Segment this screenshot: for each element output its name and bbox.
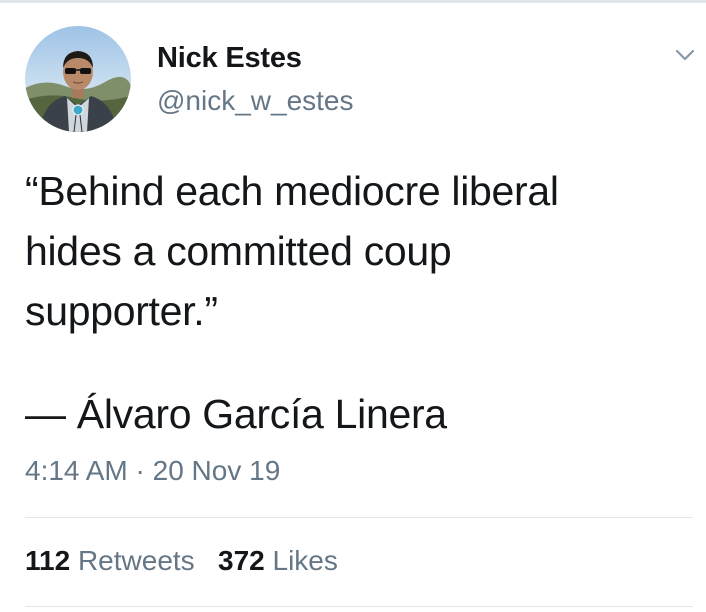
avatar[interactable] — [25, 26, 131, 132]
author-handle[interactable]: @nick_w_estes — [157, 85, 354, 117]
profile-photo — [25, 26, 131, 132]
tweet-stats: 112 Retweets 372 Likes — [25, 545, 338, 577]
tweet-time: 4:14 AM — [25, 455, 128, 486]
divider — [25, 606, 693, 607]
likes-label: Likes — [272, 545, 338, 576]
author-display-name[interactable]: Nick Estes — [157, 42, 302, 75]
meta-separator: · — [135, 455, 145, 486]
likes-count: 372 — [218, 545, 265, 576]
tweet-text: “Behind each mediocre liberal hides a co… — [25, 168, 559, 334]
chevron-down-icon[interactable] — [671, 44, 699, 66]
tweet-card: Nick Estes @nick_w_estes “Behind each me… — [0, 0, 706, 612]
retweets-count: 112 — [25, 545, 71, 576]
retweets-stat[interactable]: 112 Retweets — [25, 545, 195, 576]
retweets-label: Retweets — [77, 545, 195, 576]
divider — [25, 517, 693, 518]
quote-attribution: — Álvaro García Linera — [25, 391, 447, 437]
likes-stat[interactable]: 372 Likes — [218, 545, 338, 576]
tweet-date: 20 Nov 19 — [152, 455, 281, 486]
tweet-timestamp[interactable]: 4:14 AM · 20 Nov 19 — [25, 455, 280, 487]
